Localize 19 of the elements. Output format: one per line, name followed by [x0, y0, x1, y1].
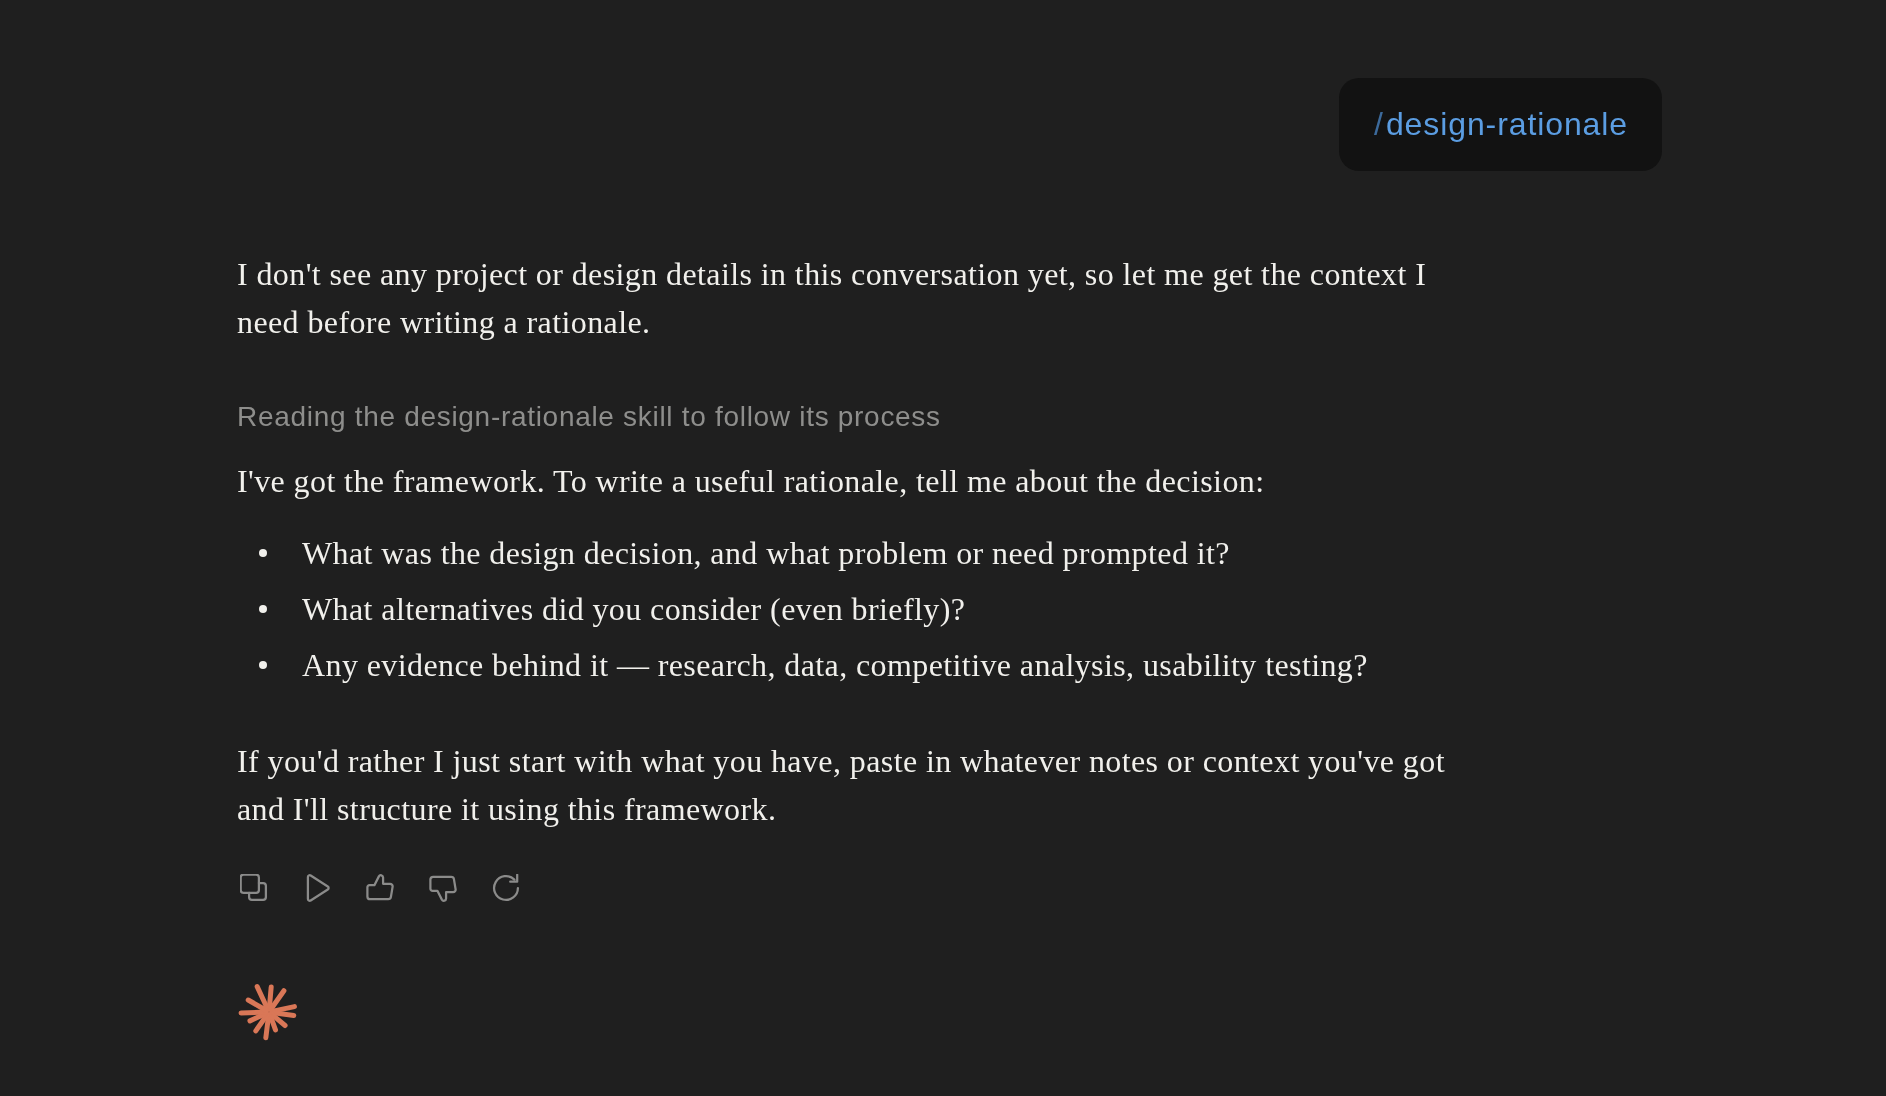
slash-command-text: /design-rationale	[1374, 105, 1628, 144]
message-paragraph: I don't see any project or design details in this conversation yet, so let me get the context I need before writing a rationale.	[237, 255, 1428, 342]
message-paragraph: I've got the framework. To write a useful rationale, tell me about the decision:	[237, 462, 1266, 501]
copy-button[interactable]	[240, 874, 268, 902]
bullet-icon	[259, 549, 267, 557]
list-item-text: Any evidence behind it — research, data, competitive analysis, usability testing?	[302, 646, 1368, 685]
tool-status-text: Reading the design-rationale skill to follow its process	[237, 400, 942, 434]
message-paragraph: If you'd rather I just start with what you have, paste in whatever notes or context you've got and I'll structure it using this framework.	[237, 742, 1446, 829]
circular-arrow-icon	[492, 874, 520, 902]
list-item-text: What alternatives did you consider (even briefly)?	[302, 590, 966, 629]
retry-button[interactable]	[492, 874, 520, 902]
bullet-icon	[259, 661, 267, 669]
copy-icon	[240, 874, 268, 902]
thumbs-up-button[interactable]	[366, 874, 394, 902]
thumbs-down-icon	[429, 874, 457, 902]
list-item-text: What was the design decision, and what problem or need prompted it?	[302, 534, 1230, 573]
bullet-icon	[259, 605, 267, 613]
thumbs-up-icon	[366, 874, 394, 902]
thumbs-down-button[interactable]	[429, 874, 457, 902]
